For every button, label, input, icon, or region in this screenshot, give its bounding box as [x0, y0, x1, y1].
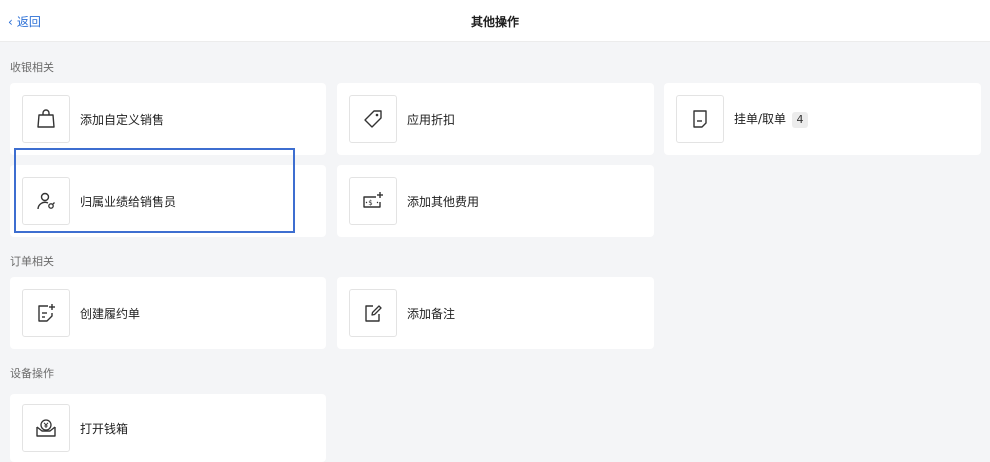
apply-discount-card[interactable]: 应用折扣 — [337, 83, 654, 155]
page-title: 其他操作 — [470, 15, 519, 29]
add-note-card[interactable]: 添加备注 — [337, 277, 654, 349]
add-other-fee-card[interactable]: $ 添加其他费用 — [337, 165, 654, 237]
hold-retrieve-order-text: 挂单/取单 — [734, 112, 787, 126]
section-label-orders: 订单相关 — [10, 255, 54, 268]
add-note-label: 添加备注 — [407, 306, 456, 321]
add-custom-sale-label: 添加自定义销售 — [80, 112, 165, 127]
shopping-bag-icon — [22, 95, 70, 143]
add-document-icon — [22, 289, 70, 337]
held-orders-count-badge: 4 — [792, 112, 809, 128]
hold-retrieve-order-card[interactable]: 挂单/取单 4 — [664, 83, 981, 155]
apply-discount-label: 应用折扣 — [407, 112, 456, 127]
open-cash-drawer-card[interactable]: 打开钱箱 — [10, 394, 326, 462]
assign-sales-rep-card[interactable]: 归属业绩给销售员 — [10, 165, 326, 237]
create-fulfillment-label: 创建履约单 — [80, 306, 141, 321]
hold-retrieve-order-label: 挂单/取单 4 — [734, 110, 809, 128]
section-label-checkout: 收银相关 — [10, 61, 54, 74]
section-label-device: 设备操作 — [10, 367, 54, 380]
add-custom-sale-card[interactable]: 添加自定义销售 — [10, 83, 326, 155]
user-assign-icon — [22, 177, 70, 225]
assign-sales-rep-label: 归属业绩给销售员 — [80, 194, 177, 209]
top-bar: ‹ 返回 其他操作 — [0, 0, 990, 42]
svg-text:$: $ — [368, 199, 372, 207]
document-icon — [676, 95, 724, 143]
edit-note-icon — [349, 289, 397, 337]
add-other-fee-label: 添加其他费用 — [407, 194, 480, 209]
cash-box-icon — [22, 404, 70, 452]
tag-icon — [349, 95, 397, 143]
open-cash-drawer-label: 打开钱箱 — [80, 421, 129, 436]
create-fulfillment-card[interactable]: 创建履约单 — [10, 277, 326, 349]
add-fee-icon: $ — [349, 177, 397, 225]
